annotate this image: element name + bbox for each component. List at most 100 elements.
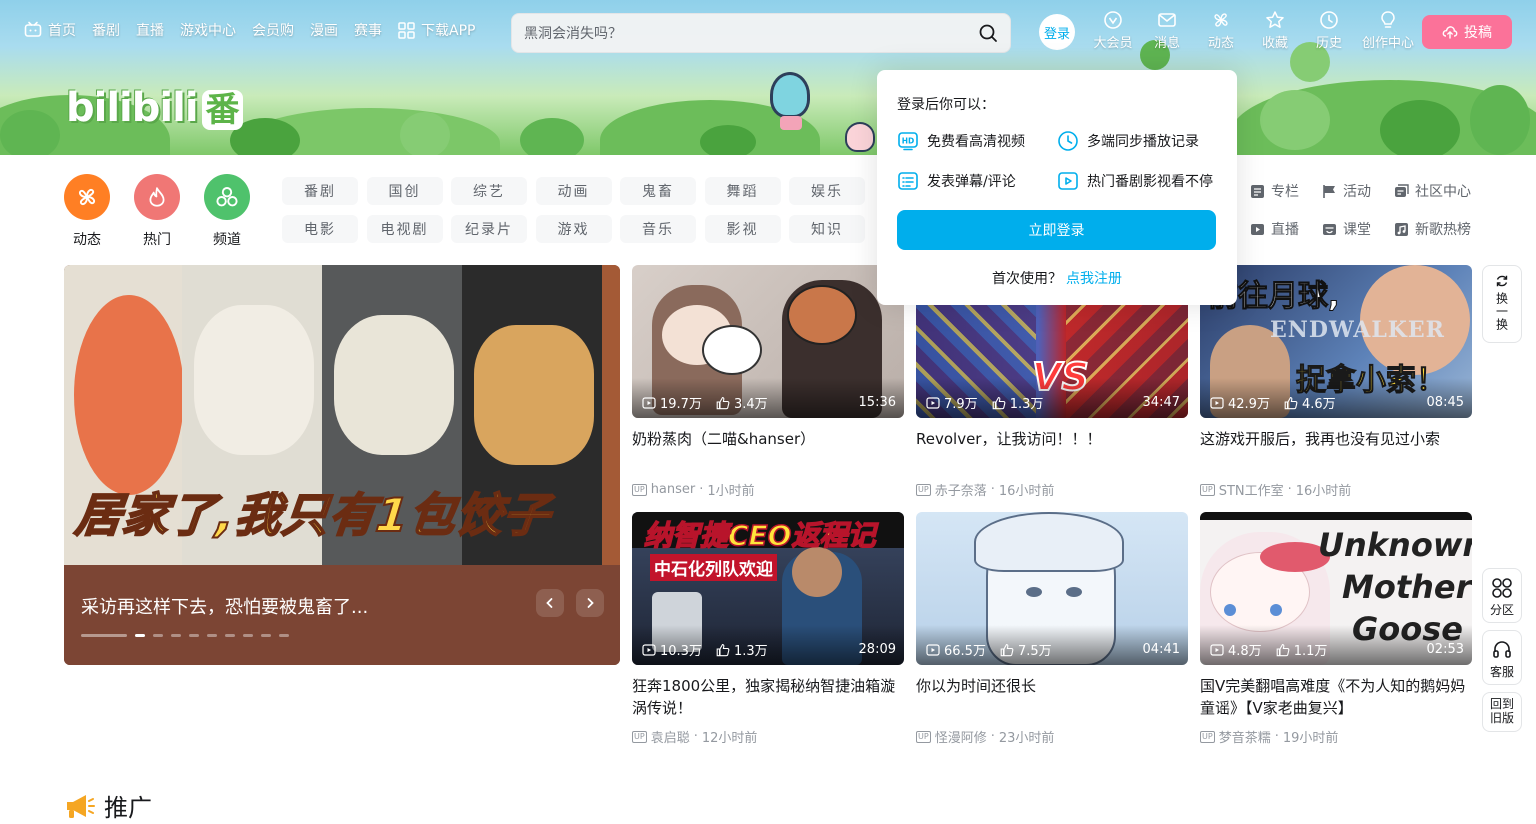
video-meta[interactable]: UP 怪漫阿修 · 23小时前 (916, 727, 1188, 746)
carousel-caption[interactable]: 采访再这样下去，恐怕要被鬼畜了... (81, 593, 368, 619)
tag-kichiku[interactable]: 鬼畜 (620, 177, 696, 205)
bilibili-logo[interactable]: bilibili 番 (66, 82, 243, 131)
video-meta[interactable]: UP STN工作室 · 16小时前 (1200, 480, 1472, 499)
history-button[interactable]: 历史 (1302, 10, 1356, 51)
up-badge-icon: UP (1200, 730, 1215, 743)
creator-center-button[interactable]: 创作中心 (1356, 10, 1420, 51)
play-count-icon (642, 396, 656, 409)
video-title[interactable]: 国V完美翻唱高难度《不为人知的鹅妈妈童谣》【V家老曲复兴】 (1200, 675, 1472, 719)
carousel-next-button[interactable] (576, 589, 604, 617)
carousel-dot[interactable] (261, 634, 271, 637)
favorites-button[interactable]: 收藏 (1248, 10, 1302, 51)
video-card[interactable]: Unknown Mother Goose 4.8万 1.1万 02:53 国V完… (1200, 512, 1472, 746)
shortcut-channels[interactable]: 频道 (204, 174, 250, 249)
upload-button[interactable]: 投稿 (1422, 15, 1512, 49)
customer-service-button[interactable]: 客服 (1482, 630, 1522, 685)
tag-music[interactable]: 音乐 (620, 215, 696, 243)
link-live[interactable]: 直播 (1250, 219, 1322, 239)
tag-guochuang[interactable]: 国创 (366, 177, 443, 205)
search-input[interactable] (524, 25, 978, 41)
dynamics-button[interactable]: 动态 (1194, 10, 1248, 51)
benefit-hd-video: HD 免费看高清视频 (897, 130, 1057, 152)
play-count-icon (1210, 396, 1224, 409)
nav-download-app[interactable]: 下载APP (398, 20, 475, 40)
carousel-dot[interactable] (81, 634, 127, 637)
nav-home[interactable]: 首页 (24, 20, 76, 40)
nav-member-shop[interactable]: 会员购 (252, 20, 294, 40)
zone-button[interactable]: 分区 (1482, 568, 1522, 623)
tag-knowledge[interactable]: 知识 (789, 215, 865, 243)
carousel-dot[interactable] (153, 634, 163, 637)
video-card[interactable]: 19.7万 3.4万 15:36 奶粉蒸肉（二喵&hanser） UP hanse… (632, 265, 904, 499)
carousel-dot[interactable] (207, 634, 217, 637)
video-thumbnail[interactable]: 19.7万 3.4万 15:36 (632, 265, 904, 418)
video-thumbnail[interactable]: 66.5万 7.5万 04:41 (916, 512, 1188, 665)
video-title[interactable]: Revolver，让我访问！！！ (916, 428, 1188, 472)
tag-movie[interactable]: 电影 (282, 215, 358, 243)
carousel-dot[interactable] (135, 634, 145, 637)
register-link[interactable]: 点我注册 (1066, 271, 1122, 287)
video-meta[interactable]: UP hanser · 1小时前 (632, 480, 904, 499)
carousel-dot[interactable] (225, 634, 235, 637)
nav-manga[interactable]: 漫画 (310, 20, 338, 40)
tag-entertainment[interactable]: 娱乐 (789, 177, 865, 205)
video-card[interactable]: 纳智捷CEO返程记 中石化列队欢迎 10.3万 1.3万 28:09 狂奔180… (632, 512, 904, 746)
carousel-prev-button[interactable] (536, 589, 564, 617)
nav-live[interactable]: 直播 (136, 20, 164, 40)
messages-button[interactable]: 消息 (1140, 10, 1194, 51)
login-now-button[interactable]: 立即登录 (897, 210, 1216, 250)
shortcut-dynamics[interactable]: 动态 (64, 174, 110, 249)
video-title[interactable]: 狂奔1800公里，独家揭秘纳智捷油箱漩涡传说！ (632, 675, 904, 719)
svg-text:HD: HD (902, 137, 915, 146)
tv-icon (24, 21, 42, 37)
tag-animation[interactable]: 动画 (535, 177, 612, 205)
up-badge-icon: UP (1200, 483, 1215, 496)
video-thumbnail[interactable]: Unknown Mother Goose 4.8万 1.1万 02:53 (1200, 512, 1472, 665)
nav-events[interactable]: 赛事 (354, 20, 382, 40)
video-meta[interactable]: UP 梦音茶糯 · 19小时前 (1200, 727, 1472, 746)
back-to-old-version-button[interactable]: 回到旧版 (1482, 692, 1522, 732)
video-thumbnail[interactable]: 纳智捷CEO返程记 中石化列队欢迎 10.3万 1.3万 28:09 (632, 512, 904, 665)
play-box-icon (1058, 172, 1078, 190)
link-column[interactable]: 专栏 (1250, 181, 1322, 201)
video-meta[interactable]: UP 袁启聪 · 12小时前 (632, 727, 904, 746)
banner-carousel[interactable]: 居家了,我只有1包饺子 采访再这样下去，恐怕要被鬼畜了... (64, 265, 620, 665)
carousel-dot[interactable] (171, 634, 181, 637)
shortcut-hot[interactable]: 热门 (134, 174, 180, 249)
register-prompt: 首次使用？ 点我注册 (992, 271, 1122, 287)
tag-film[interactable]: 影视 (704, 215, 781, 243)
video-card[interactable]: 66.5万 7.5万 04:41 你以为时间还很长 UP 怪漫阿修 · 23小时前 (916, 512, 1188, 746)
tag-documentary[interactable]: 纪录片 (451, 215, 527, 243)
link-activity[interactable]: 活动 (1322, 181, 1394, 201)
video-meta[interactable]: UP 赤子奈落 · 16小时前 (916, 480, 1188, 499)
video-title[interactable]: 你以为时间还很长 (916, 675, 1188, 719)
refresh-button[interactable]: 换一换 (1482, 265, 1522, 343)
nav-anime[interactable]: 番剧 (92, 20, 120, 40)
tag-dance[interactable]: 舞蹈 (704, 177, 781, 205)
grid-icon (1492, 578, 1512, 598)
windmill-icon (78, 188, 96, 206)
nav-game-center[interactable]: 游戏中心 (180, 20, 236, 40)
carousel-dot[interactable] (279, 634, 289, 637)
login-avatar-button[interactable]: 登录 (1039, 14, 1075, 50)
video-title[interactable]: 奶粉蒸肉（二喵&hanser） (632, 428, 904, 472)
tag-bangumi[interactable]: 番剧 (282, 177, 358, 205)
video-thumbnail[interactable]: 前往月球, ENDWALKER 捉拿小索！ 42.9万 4.6万 08:45 (1200, 265, 1472, 418)
tag-variety[interactable]: 综艺 (451, 177, 527, 205)
video-title[interactable]: 这游戏开服后，我再也没有见过小索 (1200, 428, 1472, 472)
link-classroom[interactable]: 课堂 (1322, 219, 1394, 239)
up-badge-icon: UP (632, 730, 647, 743)
link-community[interactable]: 社区中心 (1394, 181, 1486, 201)
vip-button[interactable]: 大会员 (1086, 10, 1140, 51)
tag-tv-drama[interactable]: 电视剧 (366, 215, 443, 243)
headset-icon (1493, 641, 1511, 658)
video-card[interactable]: 前往月球, ENDWALKER 捉拿小索！ 42.9万 4.6万 08:45 这… (1200, 265, 1472, 499)
carousel-dot[interactable] (243, 634, 253, 637)
tag-game[interactable]: 游戏 (535, 215, 612, 243)
community-icon (1395, 183, 1409, 197)
link-new-songs[interactable]: 新歌热榜 (1394, 219, 1486, 239)
carousel-dot[interactable] (189, 634, 199, 637)
search-icon[interactable] (978, 23, 998, 43)
live-icon (1251, 223, 1264, 235)
channel-side-links: 专栏 活动 社区中心 直播 课堂 新歌热榜 (1250, 181, 1486, 239)
